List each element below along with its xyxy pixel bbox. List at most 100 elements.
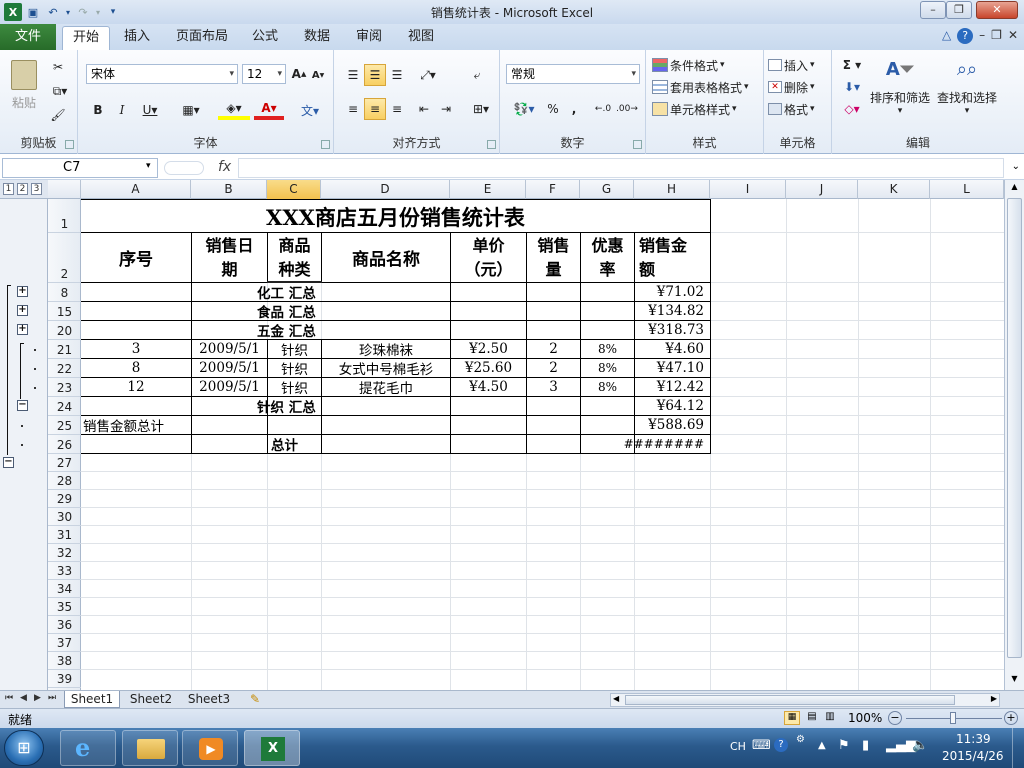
column-header-i[interactable]: I bbox=[710, 180, 786, 199]
grow-font-icon[interactable]: A ▲ bbox=[290, 64, 308, 84]
fill-icon[interactable]: ⬇▾ bbox=[838, 78, 866, 96]
zoom-slider-thumb[interactable] bbox=[950, 712, 956, 724]
find-select-button[interactable]: ⌕⌕ 查找和选择 ▾ bbox=[934, 54, 1000, 120]
decrease-decimal-icon[interactable]: .00→ bbox=[616, 98, 638, 120]
row-header[interactable]: 31 bbox=[48, 526, 81, 544]
expand-group-row15-button[interactable]: + bbox=[17, 305, 28, 316]
flag-icon[interactable]: ⚑ bbox=[838, 738, 850, 753]
row-header[interactable]: 35 bbox=[48, 598, 81, 616]
column-header-e[interactable]: E bbox=[450, 180, 526, 199]
input-language[interactable]: CH bbox=[730, 740, 746, 753]
header-product-name[interactable]: 商品名称 bbox=[322, 233, 450, 282]
tab-home[interactable]: 开始 bbox=[62, 26, 110, 52]
table-cell[interactable]: 8% bbox=[581, 359, 634, 377]
tab-data[interactable]: 数据 bbox=[296, 24, 338, 50]
zoom-in-icon[interactable]: + bbox=[1004, 711, 1018, 725]
total-label[interactable]: 总计 bbox=[271, 435, 298, 454]
first-sheet-icon[interactable]: ⏮ bbox=[5, 693, 13, 703]
font-size-select[interactable]: 12 bbox=[242, 64, 286, 84]
percent-style-icon[interactable]: % bbox=[544, 98, 562, 120]
taskbar-ie-button[interactable]: e bbox=[60, 730, 116, 766]
italic-icon[interactable]: I bbox=[112, 100, 132, 120]
align-bottom-icon[interactable]: ☰ bbox=[386, 64, 408, 86]
name-box-dropdown-icon[interactable]: ▾ bbox=[146, 161, 151, 171]
sheet-tab-sheet3[interactable]: Sheet3 bbox=[182, 691, 236, 708]
table-cell[interactable]: 8% bbox=[581, 378, 634, 396]
header-amount[interactable]: 销售金 额 bbox=[635, 233, 710, 282]
workbook-minimize-icon[interactable]: – bbox=[979, 28, 985, 44]
align-middle-icon[interactable]: ☰ bbox=[364, 64, 386, 86]
start-button[interactable]: ⊞ bbox=[4, 730, 44, 766]
sheet-tab-sheet1[interactable]: Sheet1 bbox=[64, 691, 120, 708]
horizontal-scroll-thumb[interactable] bbox=[625, 695, 955, 705]
row-header[interactable]: 27 bbox=[48, 454, 81, 472]
clock-date[interactable]: 2015/4/26 bbox=[942, 749, 1004, 763]
prev-sheet-icon[interactable]: ◀ bbox=[20, 693, 27, 703]
header-qty[interactable]: 销售 量 bbox=[527, 233, 580, 282]
row-header[interactable]: 37 bbox=[48, 634, 81, 652]
workbook-restore-icon[interactable]: ❐ bbox=[991, 28, 1002, 44]
sheet-title[interactable]: XXX商店五月份销售统计表 bbox=[81, 201, 710, 233]
expand-group-row20-button[interactable]: + bbox=[17, 324, 28, 335]
row-header[interactable]: 26 bbox=[48, 435, 81, 454]
minimize-ribbon-icon[interactable]: △ bbox=[942, 28, 951, 44]
volume-icon[interactable]: 🔈 bbox=[912, 738, 928, 753]
table-cell[interactable]: 2009/5/1 bbox=[192, 340, 267, 358]
conditional-formatting-button[interactable]: 条件格式 ▾ bbox=[652, 56, 760, 74]
tab-page-layout[interactable]: 页面布局 bbox=[168, 24, 236, 50]
row-header[interactable]: 30 bbox=[48, 508, 81, 526]
sort-filter-button[interactable]: A⏷ 排序和筛选 ▾ bbox=[868, 54, 932, 120]
table-cell[interactable]: 针织 bbox=[268, 378, 321, 397]
row-header[interactable]: 20 bbox=[48, 321, 81, 340]
number-format-select[interactable]: 常规 bbox=[506, 64, 640, 84]
worksheet-grid[interactable]: XXX商店五月份销售统计表 序号 销售日 期 商品 种类 商品名称 单价 （元）… bbox=[81, 199, 1004, 690]
zoom-out-icon[interactable]: − bbox=[888, 711, 902, 725]
table-cell[interactable]: 2009/5/1 bbox=[192, 378, 267, 396]
table-cell[interactable]: ¥47.10 bbox=[635, 359, 710, 377]
collapse-group-row27-button[interactable]: − bbox=[3, 457, 14, 468]
tab-review[interactable]: 审阅 bbox=[348, 24, 390, 50]
alignment-launcher-icon[interactable] bbox=[487, 140, 496, 149]
clock-time[interactable]: 11:39 bbox=[956, 732, 991, 746]
show-hidden-icons[interactable]: ▲ bbox=[818, 740, 826, 751]
row-header[interactable]: 21 bbox=[48, 340, 81, 359]
row-header[interactable]: 32 bbox=[48, 544, 81, 562]
row-header[interactable]: 15 bbox=[48, 302, 81, 321]
tab-insert[interactable]: 插入 bbox=[116, 24, 158, 50]
collapse-group-row24-button[interactable]: − bbox=[17, 400, 28, 411]
table-cell[interactable]: ¥4.50 bbox=[451, 378, 526, 396]
table-cell[interactable]: 3 bbox=[527, 378, 580, 396]
tray-options-icon[interactable]: ⚙ bbox=[796, 734, 805, 745]
align-right-icon[interactable]: ≡ bbox=[386, 98, 408, 120]
align-center-icon[interactable]: ≡ bbox=[364, 98, 386, 120]
table-cell[interactable]: 2 bbox=[527, 340, 580, 358]
table-cell[interactable]: 8 bbox=[81, 359, 191, 377]
row-header[interactable]: 25 bbox=[48, 416, 81, 435]
table-cell[interactable]: 提花毛巾 bbox=[322, 378, 450, 397]
merge-center-icon[interactable]: ⊞▾ bbox=[466, 98, 496, 120]
insert-sheet-icon[interactable]: ✎ bbox=[244, 691, 266, 708]
header-price[interactable]: 单价 （元） bbox=[451, 233, 526, 282]
increase-decimal-icon[interactable]: ←.0 bbox=[592, 98, 614, 120]
align-top-icon[interactable]: ☰ bbox=[342, 64, 364, 86]
scroll-down-icon[interactable]: ▼ bbox=[1007, 674, 1022, 686]
horizontal-scrollbar[interactable]: ◀ ▶ bbox=[610, 693, 1000, 707]
scroll-left-icon[interactable]: ◀ bbox=[613, 694, 619, 703]
taskbar-media-player-button[interactable]: ▶ bbox=[182, 730, 238, 766]
table-cell[interactable]: ¥2.50 bbox=[451, 340, 526, 358]
table-cell[interactable]: ¥12.42 bbox=[635, 378, 710, 396]
borders-icon[interactable]: ▦▾ bbox=[176, 100, 206, 120]
tab-file[interactable]: 文件 bbox=[0, 24, 56, 50]
page-break-view-icon[interactable]: ▥ bbox=[822, 711, 838, 725]
page-layout-view-icon[interactable]: ▤ bbox=[804, 711, 820, 725]
insert-function-icon[interactable]: fx bbox=[218, 159, 231, 175]
formula-divider-grip[interactable] bbox=[164, 161, 204, 175]
normal-view-icon[interactable]: ▦ bbox=[784, 711, 800, 725]
shrink-font-icon[interactable]: A ▼ bbox=[310, 66, 326, 84]
help-tray-icon[interactable]: ? bbox=[774, 738, 788, 752]
comma-style-icon[interactable]: , bbox=[566, 98, 582, 120]
subtotal-label[interactable]: 化工 汇总 bbox=[257, 283, 316, 302]
row-header[interactable]: 29 bbox=[48, 490, 81, 508]
subtotal-amount[interactable]: ¥134.82 bbox=[635, 302, 710, 320]
format-cells-button[interactable]: 格式 ▾ bbox=[768, 100, 828, 118]
